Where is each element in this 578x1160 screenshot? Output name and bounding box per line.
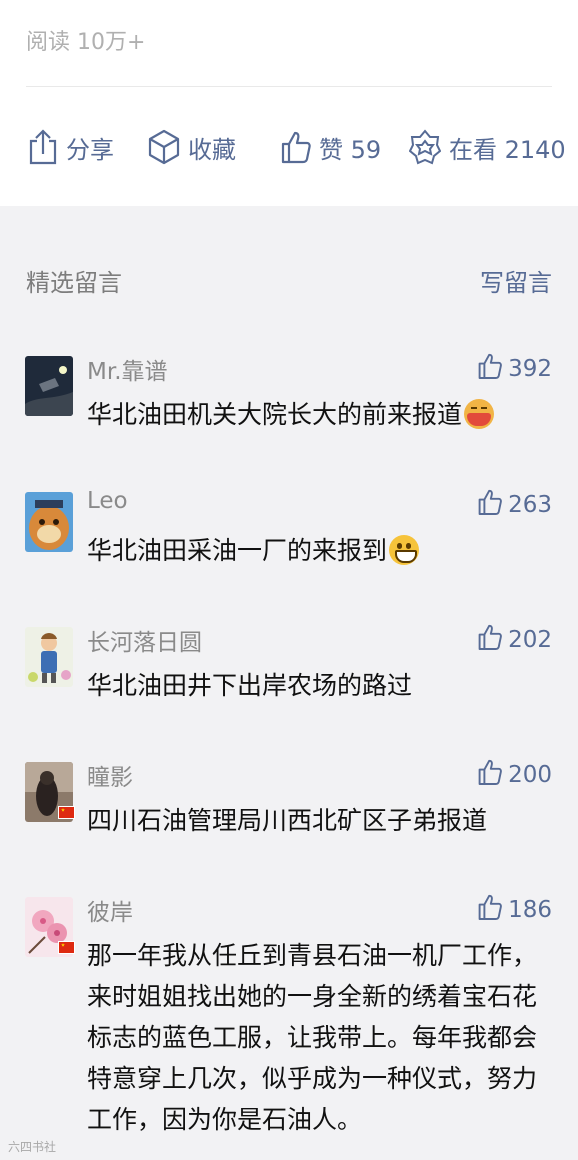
cube-icon [148,129,180,165]
commenter-name: Mr.靠谱 [87,359,168,385]
comment-like-count: 200 [508,762,552,788]
china-flag-icon [58,941,75,954]
comment-body: 华北油田采油一厂的来报到 [87,536,388,565]
article-footer: 阅读 10万+ 分享 收藏 赞 59 在看 2140 [0,0,578,206]
divider [26,86,552,87]
comment-like-count: 392 [508,356,552,382]
favorite-label: 收藏 [188,135,236,164]
comment-like-button[interactable]: 263 [478,488,552,522]
grin-face-emoji-icon [389,535,420,565]
comment-body: 华北油田机关大院长大的前来报道 [87,400,463,429]
comment-text: 华北油田采油一厂的来报到 [87,530,542,571]
comment-text: 那一年我从任丘到青县石油一机厂工作，来时姐姐找出她的一身全新的绣着宝石花标志的蓝… [87,941,538,1134]
thumbs-up-icon [478,758,502,792]
watermark: 六四书社 [8,1140,57,1154]
favorite-button[interactable]: 收藏 [148,124,236,170]
watching-label: 在看 2140 [449,135,566,164]
comment-like-count: 186 [508,897,552,923]
comment-text: 四川石油管理局川西北矿区子弟报道 [87,806,488,835]
comment-like-count: 202 [508,627,552,653]
comment-like-button[interactable]: 392 [478,352,552,386]
thumbs-up-icon [478,352,502,386]
share-label: 分享 [66,135,114,164]
thumbs-up-icon [478,488,502,522]
thumbs-up-icon [478,623,502,657]
share-button[interactable]: 分享 [28,124,114,170]
commenter-name: 瞳影 [87,765,133,791]
comment-like-button[interactable]: 186 [478,893,552,927]
thumbs-up-icon [281,130,311,164]
avatar[interactable] [25,356,73,416]
watching-button[interactable]: 在看 2140 [409,124,566,170]
avatar[interactable] [25,627,73,687]
comment-like-count: 263 [508,492,552,518]
china-flag-icon [58,806,75,819]
comments-header: 精选留言 写留言 [26,262,552,298]
comments-title: 精选留言 [26,268,122,297]
read-count: 阅读 10万+ [26,30,146,55]
comment-text: 华北油田机关大院长大的前来报道 [87,394,542,435]
commenter-name: Leo [87,488,128,514]
comment-like-button[interactable]: 202 [478,623,552,657]
comment-like-button[interactable]: 200 [478,758,552,792]
avatar[interactable] [25,492,73,552]
share-icon [28,129,58,165]
watching-icon [409,129,441,165]
sick-face-emoji-icon [464,399,495,429]
like-button[interactable]: 赞 59 [281,124,381,170]
like-label: 赞 59 [319,135,382,164]
comment-text: 华北油田井下出岸农场的路过 [87,671,413,700]
write-comment-link[interactable]: 写留言 [480,263,552,298]
commenter-name: 彼岸 [87,900,133,926]
thumbs-up-icon [478,893,502,927]
commenter-name: 长河落日圆 [87,630,202,656]
